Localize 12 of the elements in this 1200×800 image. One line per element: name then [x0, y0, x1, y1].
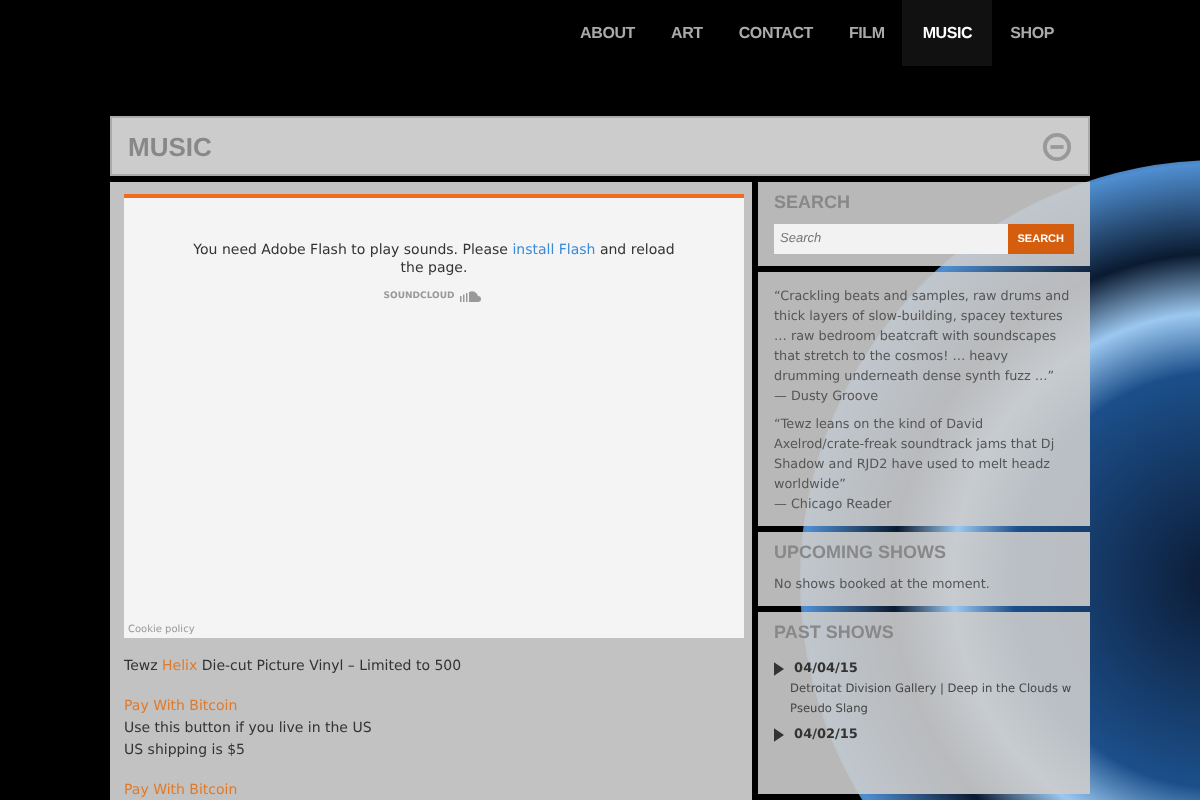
nav-link[interactable]: FILM — [830, 0, 903, 66]
nav-link[interactable]: CONTACT — [720, 0, 831, 66]
widget-title: PAST SHOWS — [774, 622, 896, 642]
nav-link[interactable]: MUSIC — [902, 0, 993, 66]
widget-title: UPCOMING SHOWS — [774, 542, 949, 562]
page-title: MUSIC — [128, 131, 212, 161]
triangle-icon[interactable] — [774, 662, 785, 676]
nav-link[interactable]: ABOUT — [562, 0, 653, 66]
nav-link[interactable]: SHOP — [992, 0, 1072, 66]
nav-link[interactable]: ART — [653, 0, 721, 66]
triangle-icon[interactable] — [774, 728, 785, 742]
cloud-icon — [460, 290, 485, 302]
